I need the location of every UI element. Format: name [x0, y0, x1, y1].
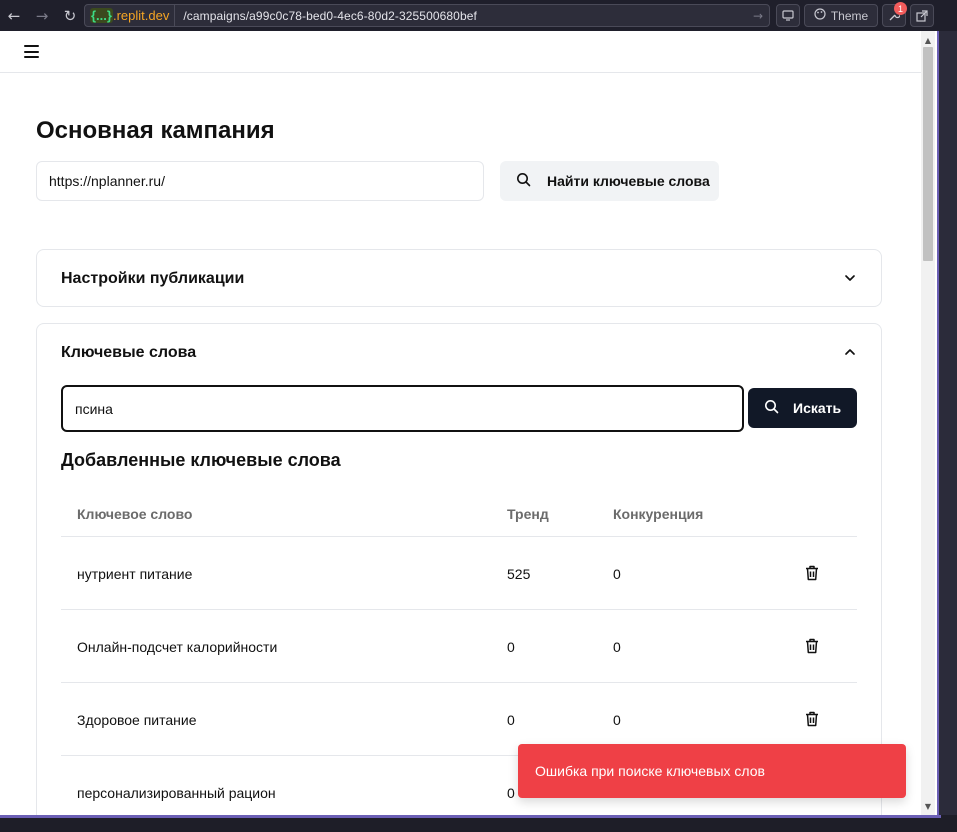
- publish-settings-accordion[interactable]: Настройки публикации: [36, 249, 882, 307]
- trash-icon[interactable]: [805, 638, 819, 654]
- table-header: Ключевое слово Тренд Конкуренция: [61, 491, 857, 537]
- scroll-up-icon[interactable]: ▲: [921, 33, 935, 47]
- app-header: [0, 31, 923, 73]
- vertical-scrollbar[interactable]: ▲ ▼: [921, 31, 935, 815]
- find-keywords-label: Найти ключевые слова: [547, 173, 710, 189]
- page-title: Основная кампания: [36, 117, 275, 144]
- theme-button[interactable]: Theme: [804, 4, 878, 27]
- search-button-label: Искать: [793, 400, 842, 416]
- trash-icon[interactable]: [805, 565, 819, 581]
- competition-cell: 0: [613, 639, 621, 655]
- palette-icon: [814, 8, 826, 23]
- search-icon: [764, 399, 779, 417]
- search-icon: [516, 172, 531, 190]
- keyword-search-input[interactable]: псина: [61, 385, 744, 432]
- trend-cell: 0: [507, 785, 515, 801]
- site-url-input[interactable]: https://nplanner.ru/: [36, 161, 484, 201]
- keyword-cell: нутриент питание: [77, 566, 193, 582]
- column-header-trend: Тренд: [507, 506, 549, 522]
- reload-icon[interactable]: ↻: [56, 0, 84, 31]
- added-keywords-title: Добавленные ключевые слова: [61, 450, 341, 470]
- trend-cell: 0: [507, 712, 515, 728]
- column-header-competition: Конкуренция: [613, 506, 704, 522]
- menu-icon[interactable]: [24, 45, 39, 58]
- find-keywords-button[interactable]: Найти ключевые слова: [500, 161, 719, 201]
- notification-badge: 1: [894, 2, 907, 15]
- column-header-keyword: Ключевое слово: [77, 506, 193, 522]
- address-bar[interactable]: {...} .replit.dev /campaigns/a99c0c78-bed…: [84, 4, 770, 27]
- competition-cell: 0: [613, 566, 621, 582]
- go-arrow-icon[interactable]: →: [753, 9, 769, 23]
- back-icon[interactable]: ←: [0, 0, 28, 31]
- window-accent-line: [0, 815, 941, 818]
- table-row: нутриент питание 525 0: [61, 537, 857, 610]
- keywords-title: Ключевые слова: [61, 344, 197, 361]
- domain-brace: {...}: [90, 8, 113, 23]
- trend-cell: 525: [507, 566, 531, 582]
- url-path: /campaigns/a99c0c78-bed0-4ec6-80d2-32550…: [183, 8, 477, 23]
- app-viewport: Основная кампания https://nplanner.ru/ Н…: [0, 31, 939, 815]
- scroll-down-icon[interactable]: ▼: [921, 799, 935, 813]
- keyword-cell: персонализированный рацион: [77, 785, 276, 801]
- error-toast[interactable]: Ошибка при поиске ключевых слов: [518, 744, 906, 798]
- trend-cell: 0: [507, 639, 515, 655]
- theme-label: Theme: [830, 8, 869, 23]
- competition-cell: 0: [613, 712, 621, 728]
- chevron-up-icon[interactable]: [843, 345, 857, 359]
- domain-label: {...} .replit.dev: [85, 5, 176, 26]
- scroll-thumb[interactable]: [923, 47, 933, 261]
- browser-toolbar: ← → ↻ {...} .replit.dev /campaigns/a99c0c…: [0, 0, 957, 31]
- domain-host: .replit.dev: [112, 8, 170, 23]
- trash-icon[interactable]: [805, 711, 819, 727]
- open-new-tab-icon[interactable]: [910, 4, 934, 27]
- table-row: Онлайн-подсчет калорийности 0 0: [61, 610, 857, 683]
- chevron-down-icon[interactable]: [843, 271, 857, 285]
- devtools-icon[interactable]: [776, 4, 800, 27]
- search-button[interactable]: Искать: [748, 388, 857, 428]
- forward-icon[interactable]: →: [28, 0, 56, 31]
- keywords-accordion: Ключевые слова псина Искать Добавленные …: [36, 323, 882, 815]
- keyword-cell: Онлайн-подсчет калорийности: [77, 639, 278, 655]
- keyword-cell: Здоровое питание: [77, 712, 197, 728]
- publish-settings-title: Настройки публикации: [61, 270, 245, 287]
